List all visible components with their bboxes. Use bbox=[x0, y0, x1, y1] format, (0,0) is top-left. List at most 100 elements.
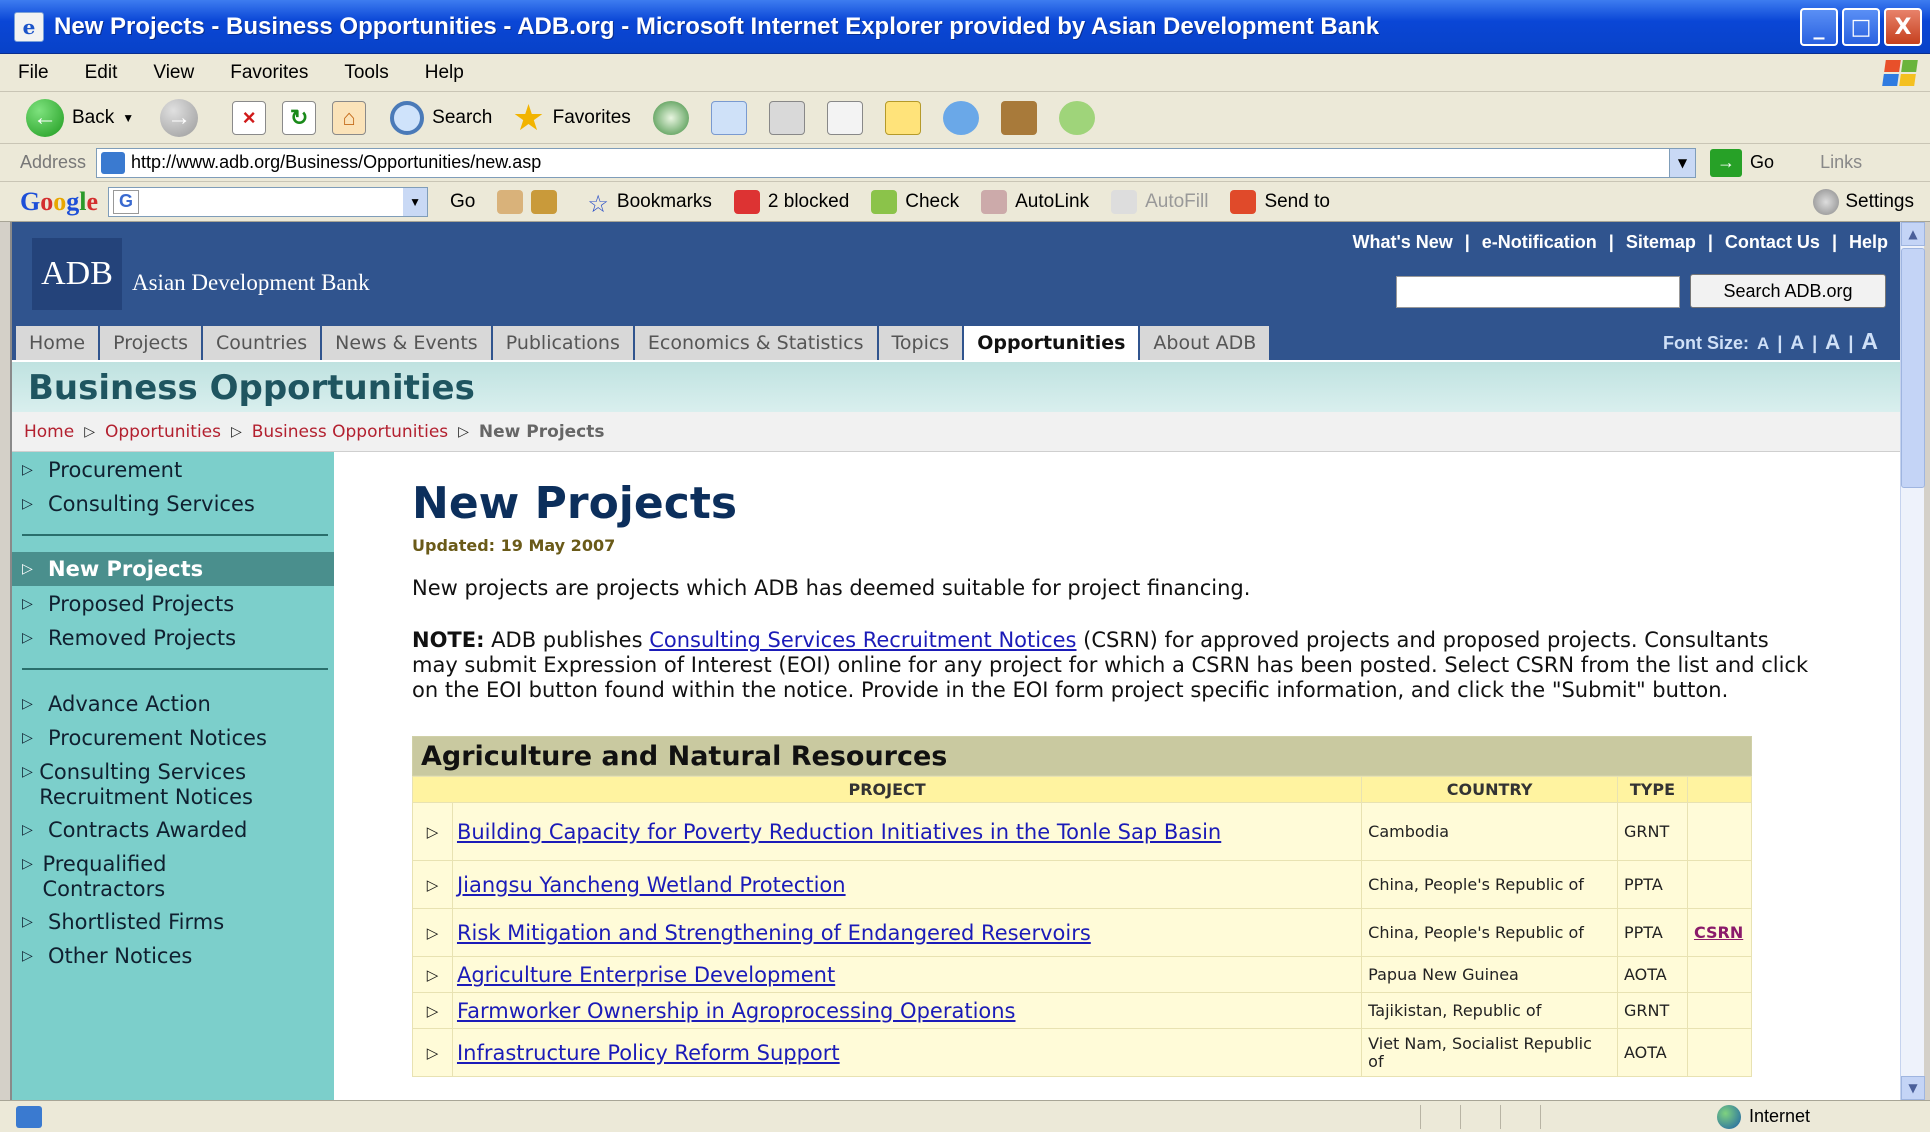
print-icon[interactable] bbox=[768, 100, 805, 135]
tab-topics[interactable]: Topics bbox=[878, 326, 963, 360]
popup-blocker-button[interactable]: 2 blocked bbox=[733, 189, 849, 214]
menu-tools[interactable]: Tools bbox=[326, 62, 406, 84]
tab-economics-statistics[interactable]: Economics & Statistics bbox=[634, 326, 877, 360]
font-size-1[interactable]: A bbox=[1757, 334, 1769, 354]
refresh-button[interactable]: ↻ bbox=[282, 100, 317, 135]
page-title: New Projects bbox=[412, 478, 738, 529]
menu-view[interactable]: View bbox=[135, 62, 212, 84]
scroll-up-icon[interactable]: ▲ bbox=[1901, 222, 1925, 246]
row-triangle-icon: ▷ bbox=[412, 860, 453, 909]
favorites-button[interactable]: ★ Favorites bbox=[512, 99, 630, 136]
sitemap-link[interactable]: Sitemap bbox=[1626, 232, 1696, 253]
stop-button[interactable]: × bbox=[232, 100, 267, 135]
autolink-button[interactable]: AutoLink bbox=[981, 189, 1089, 214]
scroll-down-icon[interactable]: ▼ bbox=[1901, 1076, 1925, 1100]
google-go-button[interactable]: Go bbox=[450, 191, 475, 213]
project-extra bbox=[1686, 992, 1753, 1029]
tab-about-adb[interactable]: About ADB bbox=[1140, 326, 1270, 360]
left-nav-proposed-projects[interactable]: ▷ Proposed Projects bbox=[22, 592, 234, 617]
font-size-3[interactable]: A bbox=[1825, 331, 1840, 355]
home-button[interactable]: ⌂ bbox=[332, 100, 367, 135]
menu-edit[interactable]: Edit bbox=[67, 62, 136, 84]
csrn-link[interactable]: CSRN bbox=[1694, 923, 1743, 942]
edit-word-icon[interactable] bbox=[826, 100, 863, 135]
left-nav-new-projects[interactable]: ▷ New Projects bbox=[12, 552, 334, 586]
breadcrumb-home[interactable]: Home bbox=[24, 422, 74, 442]
left-nav-advance-action[interactable]: ▷ Advance Action bbox=[22, 692, 211, 717]
site-search-button[interactable]: Search ADB.org bbox=[1690, 274, 1886, 308]
minimize-button[interactable]: _ bbox=[1800, 8, 1838, 46]
note-paragraph: NOTE: ADB publishes Consulting Services … bbox=[412, 628, 1812, 703]
scroll-thumb[interactable] bbox=[1901, 248, 1925, 488]
help-link[interactable]: Help bbox=[1849, 232, 1888, 253]
tab-projects[interactable]: Projects bbox=[100, 326, 202, 360]
contact-us-link[interactable]: Contact Us bbox=[1725, 232, 1820, 253]
google-search-dropdown-icon[interactable]: ▼ bbox=[403, 187, 428, 216]
spellcheck-button[interactable]: Check bbox=[871, 189, 959, 214]
autofill-button[interactable]: AutoFill bbox=[1111, 189, 1208, 214]
send-to-button[interactable]: Send to bbox=[1230, 189, 1330, 214]
tab-countries[interactable]: Countries bbox=[203, 326, 321, 360]
left-nav-procurement-notices[interactable]: ▷ Procurement Notices bbox=[22, 726, 267, 751]
go-arrow-icon: → bbox=[1710, 148, 1743, 177]
history-icon[interactable] bbox=[652, 100, 689, 135]
links-button[interactable]: Links bbox=[1820, 152, 1862, 173]
project-link[interactable]: Building Capacity for Poverty Reduction … bbox=[457, 820, 1221, 844]
csrn-notices-link[interactable]: Consulting Services Recruitment Notices bbox=[649, 628, 1076, 652]
menu-file[interactable]: File bbox=[0, 62, 67, 84]
discuss-icon[interactable] bbox=[884, 100, 921, 135]
google-g-icon[interactable]: G bbox=[113, 189, 140, 214]
address-url[interactable]: http://www.adb.org/Business/Opportunitie… bbox=[131, 152, 541, 173]
breadcrumb-business-opportunities[interactable]: Business Opportunities bbox=[252, 422, 448, 442]
project-type: AOTA bbox=[1616, 1028, 1688, 1077]
project-link[interactable]: Farmworker Ownership in Agroprocessing O… bbox=[457, 999, 1016, 1023]
go-button[interactable]: → Go bbox=[1710, 148, 1774, 177]
back-dropdown-icon[interactable]: ▼ bbox=[122, 111, 134, 125]
left-nav-removed-projects[interactable]: ▷ Removed Projects bbox=[22, 626, 236, 651]
tab-news-events[interactable]: News & Events bbox=[322, 326, 491, 360]
left-nav-prequalified-contractors[interactable]: ▷ Prequalified Contractors bbox=[22, 852, 242, 902]
tab-home[interactable]: Home bbox=[16, 326, 99, 360]
contacts-icon[interactable] bbox=[1058, 100, 1095, 135]
menu-favorites[interactable]: Favorites bbox=[212, 62, 326, 84]
project-link[interactable]: Jiangsu Yancheng Wetland Protection bbox=[457, 873, 846, 897]
left-nav-contracts-awarded[interactable]: ▷ Contracts Awarded bbox=[22, 818, 247, 843]
left-nav-divider bbox=[22, 668, 328, 670]
whats-new-link[interactable]: What's New bbox=[1352, 232, 1452, 253]
project-link[interactable]: Infrastructure Policy Reform Support bbox=[457, 1041, 840, 1065]
google-search-input[interactable]: G ▼ bbox=[108, 186, 429, 217]
vertical-scrollbar[interactable]: ▲ ▼ bbox=[1900, 222, 1925, 1100]
page-status-icon bbox=[16, 1105, 42, 1128]
projects-table: PROJECT COUNTRY TYPE ▷ Building Capacity… bbox=[411, 776, 1753, 1077]
address-input[interactable]: http://www.adb.org/Business/Opportunitie… bbox=[96, 147, 1697, 178]
bookmarks-button[interactable]: ☆ Bookmarks bbox=[587, 190, 712, 218]
tab-opportunities[interactable]: Opportunities bbox=[964, 326, 1139, 360]
messenger-icon[interactable] bbox=[942, 100, 979, 135]
tab-publications[interactable]: Publications bbox=[492, 326, 633, 360]
font-size-4[interactable]: A bbox=[1861, 328, 1878, 355]
adb-logo[interactable]: ADB bbox=[32, 238, 122, 310]
maximize-button[interactable]: □ bbox=[1842, 8, 1880, 46]
font-size-2[interactable]: A bbox=[1790, 333, 1804, 355]
site-search-input[interactable] bbox=[1396, 276, 1680, 308]
research-icon[interactable] bbox=[1000, 100, 1037, 135]
left-nav-csrn[interactable]: ▷ Consulting Services Recruitment Notices bbox=[22, 760, 322, 810]
forward-button[interactable]: → bbox=[160, 98, 199, 137]
e-notification-link[interactable]: e-Notification bbox=[1482, 232, 1597, 253]
search-button[interactable]: Search bbox=[390, 100, 492, 135]
left-nav-consulting-services[interactable]: ▷ Consulting Services bbox=[22, 492, 255, 517]
project-extra bbox=[1686, 956, 1753, 993]
left-nav-other-notices[interactable]: ▷ Other Notices bbox=[22, 944, 192, 969]
project-link[interactable]: Risk Mitigation and Strengthening of End… bbox=[457, 921, 1091, 945]
back-button[interactable]: ← Back ▼ bbox=[26, 98, 134, 137]
pagerank-icon[interactable] bbox=[497, 189, 565, 214]
close-button[interactable]: X bbox=[1884, 8, 1922, 46]
left-nav-shortlisted-firms[interactable]: ▷ Shortlisted Firms bbox=[22, 910, 224, 935]
project-link[interactable]: Agriculture Enterprise Development bbox=[457, 963, 835, 987]
menu-help[interactable]: Help bbox=[407, 62, 482, 84]
left-nav-procurement[interactable]: ▷ Procurement bbox=[22, 458, 182, 483]
address-dropdown-icon[interactable]: ▼ bbox=[1669, 148, 1696, 177]
breadcrumb-opportunities[interactable]: Opportunities bbox=[105, 422, 221, 442]
mail-icon[interactable] bbox=[710, 100, 747, 135]
settings-button[interactable]: Settings bbox=[1813, 188, 1914, 215]
